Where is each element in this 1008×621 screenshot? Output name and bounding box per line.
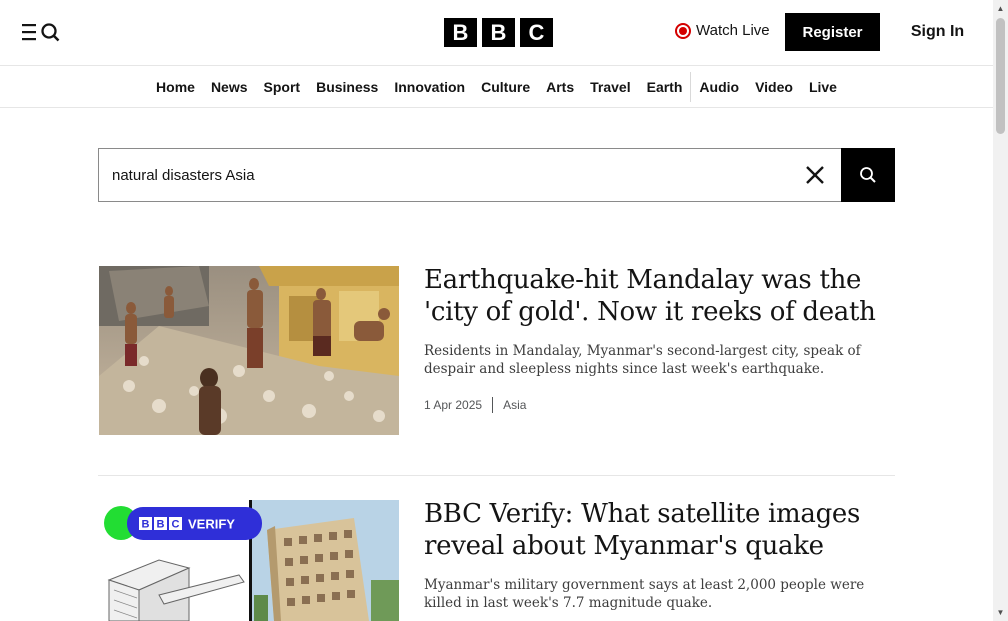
search-input[interactable] [99,149,789,201]
site-header: B B C Watch Live Register Sign In [0,0,993,66]
nav-item-travel[interactable]: Travel [582,79,638,95]
nav-item-news[interactable]: News [203,79,256,95]
scroll-up-arrow-icon[interactable]: ▲ [996,3,1005,13]
verify-badge-label: VERIFY [188,517,235,532]
result-description: Residents in Mandalay, Myanmar's second-… [424,343,861,377]
logo-letter: B [444,18,477,47]
live-icon [675,22,691,39]
watch-live-label: Watch Live [696,22,770,39]
meta-divider [492,397,494,413]
register-button[interactable]: Register [785,13,880,51]
search-bar [98,148,895,202]
main-nav: Home News Sport Business Innovation Cult… [0,66,993,108]
verify-badge-letter: C [172,519,180,531]
nav-item-audio[interactable]: Audio [691,79,747,95]
scroll-down-arrow-icon[interactable]: ▼ [996,607,1005,617]
result-meta: 1 Apr 2025 Asia [424,397,526,413]
bbc-logo[interactable]: B B C [444,18,553,47]
result-title[interactable]: Earthquake-hit Mandalay was the 'city of… [424,264,894,328]
verify-badge-letter: B [142,519,150,531]
satellite-building-image: B B C VERIFY [99,500,399,621]
menu-search-icon [22,23,60,42]
search-submit-button[interactable] [841,148,895,202]
result-thumbnail[interactable] [99,266,399,435]
watch-live-link[interactable]: Watch Live [675,22,770,39]
nav-item-business[interactable]: Business [308,79,386,95]
nav-item-culture[interactable]: Culture [473,79,538,95]
nav-item-arts[interactable]: Arts [538,79,582,95]
sign-in-button[interactable]: Sign In [900,20,975,44]
logo-letter: B [482,18,515,47]
earthquake-rubble-image [99,266,399,435]
menu-search-button[interactable] [20,20,64,44]
nav-item-live[interactable]: Live [801,79,845,95]
search-result: Earthquake-hit Mandalay was the 'city of… [98,264,895,436]
verify-badge-letter: B [157,519,165,531]
logo-letter: C [520,18,553,47]
close-icon [806,166,824,184]
result-section[interactable]: Asia [503,398,526,412]
nav-item-sport[interactable]: Sport [256,79,309,95]
result-date: 1 Apr 2025 [424,398,483,412]
nav-item-innovation[interactable]: Innovation [386,79,473,95]
nav-item-earth[interactable]: Earth [639,79,691,95]
nav-item-home[interactable]: Home [148,79,203,95]
result-title[interactable]: BBC Verify: What satellite images reveal… [424,498,894,562]
search-result: B B C VERIFY BBC Verify: What satellite … [98,498,895,621]
result-description: Myanmar's military government says at le… [424,577,865,611]
scrollbar-thumb[interactable] [996,18,1005,134]
result-thumbnail[interactable]: B B C VERIFY [99,500,399,621]
clear-search-button[interactable] [789,149,841,201]
result-divider [98,475,895,476]
nav-item-video[interactable]: Video [747,79,801,95]
search-icon [860,167,876,183]
page-scrollbar[interactable]: ▲ ▼ [993,0,1008,621]
